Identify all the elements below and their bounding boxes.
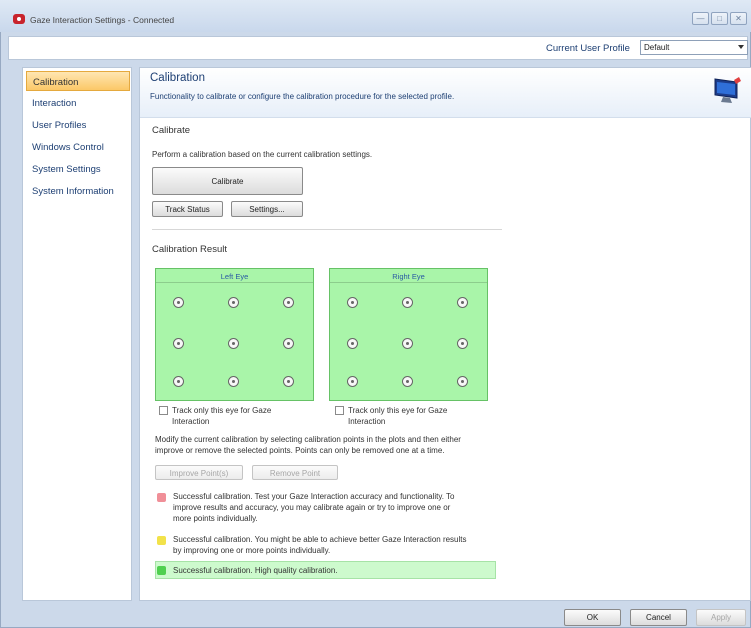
calibration-point[interactable]: [457, 297, 468, 308]
right-eye-title: Right Eye: [330, 269, 487, 283]
calibration-point[interactable]: [228, 338, 239, 349]
right-eye-checkbox-label-cont: Interaction: [348, 417, 386, 426]
app-logo-icon: [13, 14, 25, 24]
sidebar: Calibration Interaction User Profiles Wi…: [22, 67, 132, 601]
calibration-point[interactable]: [402, 297, 413, 308]
left-eye-plot[interactable]: Left Eye: [155, 268, 314, 401]
maximize-button[interactable]: □: [711, 12, 728, 25]
ok-button[interactable]: OK: [564, 609, 621, 626]
calibration-point[interactable]: [402, 338, 413, 349]
profile-label: Current User Profile: [546, 43, 630, 54]
legend-red-line-2: improve results and accuracy, you may ca…: [173, 503, 451, 512]
calibration-point[interactable]: [228, 376, 239, 387]
section-divider: [152, 229, 502, 230]
track-status-button[interactable]: Track Status: [152, 201, 223, 217]
profile-select-value: Default: [644, 43, 670, 52]
legend-yellow-line-1: Successful calibration. You might be abl…: [173, 535, 467, 544]
right-eye-checkbox-label: Track only this eye for Gaze: [348, 406, 448, 415]
calibration-point[interactable]: [347, 297, 358, 308]
calibration-point[interactable]: [283, 338, 294, 349]
legend-yellow-line-2: by improving one or more points individu…: [173, 546, 331, 555]
profile-select[interactable]: Default: [640, 40, 748, 55]
calibration-point[interactable]: [173, 297, 184, 308]
modify-instructions-line-1: Modify the current calibration by select…: [155, 435, 461, 444]
calibration-result-title: Calibration Result: [152, 244, 227, 255]
page-title: Calibration: [150, 72, 205, 84]
minimize-button[interactable]: —: [692, 12, 709, 25]
sidebar-item-system-settings[interactable]: System Settings: [26, 159, 130, 179]
legend-green-square: [157, 566, 166, 575]
calibration-point[interactable]: [173, 376, 184, 387]
sidebar-item-calibration[interactable]: Calibration: [26, 71, 130, 91]
calibrate-button[interactable]: Calibrate: [152, 167, 303, 195]
left-eye-checkbox-label: Track only this eye for Gaze: [172, 406, 272, 415]
close-button[interactable]: ✕: [730, 12, 747, 25]
calibration-point[interactable]: [402, 376, 413, 387]
left-eye-only-checkbox[interactable]: [159, 406, 168, 415]
sidebar-item-system-information[interactable]: System Information: [26, 181, 130, 201]
calibration-point[interactable]: [347, 376, 358, 387]
cancel-button[interactable]: Cancel: [630, 609, 687, 626]
calibrate-description: Perform a calibration based on the curre…: [152, 150, 373, 159]
page-description: Functionality to calibrate or configure …: [150, 92, 455, 101]
sidebar-item-user-profiles[interactable]: User Profiles: [26, 115, 130, 135]
legend-red-line-3: more points individually.: [173, 514, 258, 523]
legend-red-line-1: Successful calibration. Test your Gaze I…: [173, 492, 455, 501]
remove-point-button[interactable]: Remove Point: [252, 465, 338, 480]
calibration-point[interactable]: [457, 338, 468, 349]
sidebar-item-windows-control[interactable]: Windows Control: [26, 137, 130, 157]
left-eye-checkbox-label-cont: Interaction: [172, 417, 210, 426]
calibration-point[interactable]: [283, 297, 294, 308]
legend-green-line-1: Successful calibration. High quality cal…: [173, 566, 338, 575]
right-eye-plot[interactable]: Right Eye: [329, 268, 488, 401]
calibration-point[interactable]: [283, 376, 294, 387]
calibration-point[interactable]: [457, 376, 468, 387]
calibrate-section-title: Calibrate: [152, 125, 191, 136]
settings-button[interactable]: Settings...: [231, 201, 303, 217]
calibration-point[interactable]: [173, 338, 184, 349]
right-eye-only-checkbox[interactable]: [335, 406, 344, 415]
window-controls: — □ ✕: [692, 12, 747, 25]
legend-yellow-square: [157, 536, 166, 545]
window-title: Gaze Interaction Settings - Connected: [30, 15, 175, 25]
legend-red-square: [157, 493, 166, 502]
chevron-down-icon: [738, 45, 744, 49]
calibration-point[interactable]: [228, 297, 239, 308]
sidebar-item-interaction[interactable]: Interaction: [26, 93, 130, 113]
apply-button[interactable]: Apply: [696, 609, 746, 626]
profile-bar: [8, 36, 748, 60]
left-eye-title: Left Eye: [156, 269, 313, 283]
calibration-point[interactable]: [347, 338, 358, 349]
modify-instructions-line-2: improve or remove the selected points. P…: [155, 446, 445, 455]
improve-points-button[interactable]: Improve Point(s): [155, 465, 243, 480]
monitor-icon: [714, 77, 741, 103]
